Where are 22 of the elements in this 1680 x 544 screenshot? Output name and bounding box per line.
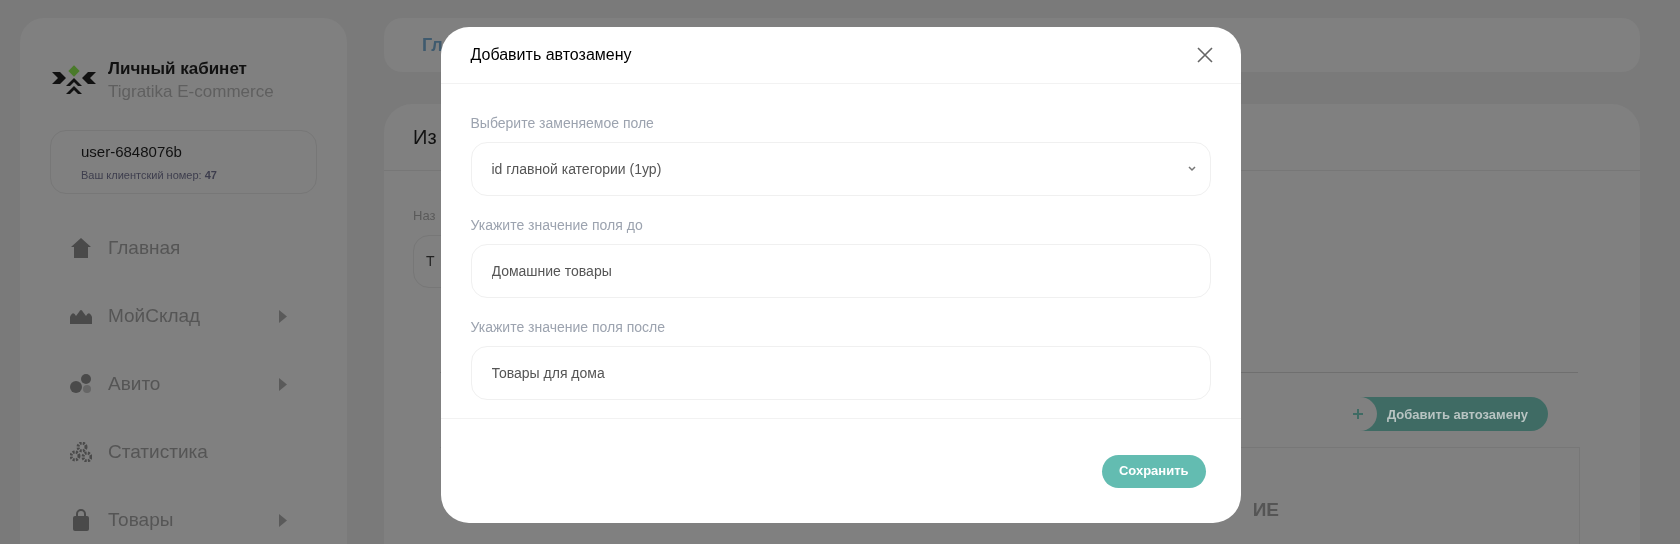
save-button[interactable]: Сохранить <box>1101 454 1206 488</box>
field-label: Укажите значение поля до <box>470 216 644 234</box>
username: user-6848076b <box>81 141 183 162</box>
close-icon <box>1196 47 1213 63</box>
home-icon <box>70 237 92 259</box>
circles-icon <box>70 374 92 394</box>
client-number: Ваш клиентский номер: 47 <box>81 168 218 183</box>
text-input[interactable]: Домашние товары <box>470 244 1211 298</box>
plus-icon <box>1352 409 1363 420</box>
close-button[interactable] <box>1194 45 1215 65</box>
mountains-icon <box>70 308 92 324</box>
chevron-down-icon <box>1187 166 1196 172</box>
text-input[interactable]: Товары для дома <box>470 346 1211 400</box>
gears-icon <box>70 442 92 462</box>
add-autoreplace-button[interactable]: Добавить автозамену <box>1338 397 1548 432</box>
breadcrumb-link[interactable]: Гл <box>422 31 443 59</box>
modal-title: Добавить автозамену <box>470 45 632 65</box>
field-label: Укажите значение поля после <box>470 318 667 336</box>
brand-title: Личный кабинет <box>108 58 248 80</box>
field-select[interactable]: id главной категории (1ур) <box>470 142 1211 196</box>
page-title: Из <box>413 125 437 151</box>
field-label: Выберите заменяемое поле <box>470 114 655 132</box>
